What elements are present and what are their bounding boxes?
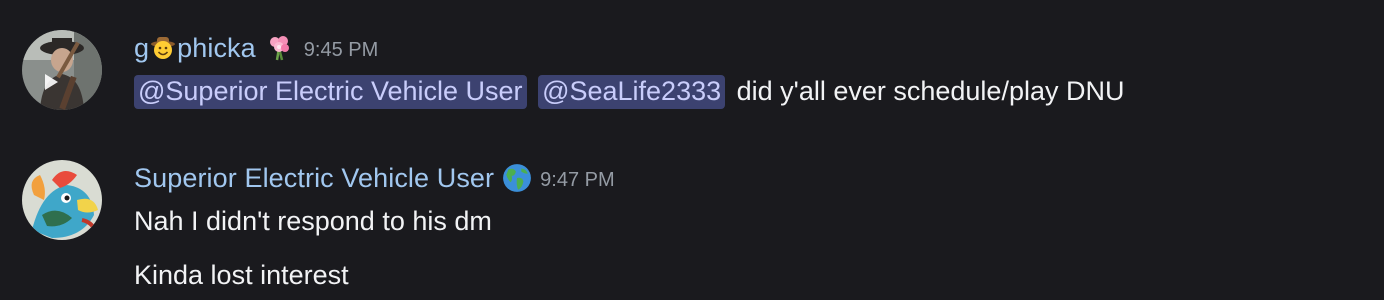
message-header: g phicka 9:45 PM [134, 28, 378, 68]
user-avatar[interactable] [22, 30, 102, 110]
username[interactable]: Superior Electric Vehicle User [134, 163, 494, 194]
message-timestamp[interactable]: 9:47 PM [540, 169, 614, 192]
user-mention[interactable]: @SeaLife2333 [538, 75, 726, 109]
chat-message-list: g phicka 9:45 PM @Superior Electric Vehi… [0, 0, 1384, 300]
cowboy-smile-emoji-icon [151, 37, 176, 59]
user-mention[interactable]: @Superior Electric Vehicle User [134, 75, 527, 109]
message-text: Kinda lost interest [134, 260, 349, 290]
username-suffix: phicka [177, 32, 256, 63]
message-header: Superior Electric Vehicle User 9:47 PM [134, 158, 615, 198]
username[interactable]: g phicka [134, 33, 256, 64]
user-avatar[interactable] [22, 160, 102, 240]
flower-bouquet-icon[interactable] [266, 34, 294, 62]
message-content: @Superior Electric Vehicle User @SeaLife… [134, 73, 1124, 109]
username-prefix: g [134, 32, 150, 63]
globe-americas-icon[interactable] [502, 163, 532, 193]
message-text: did y'all ever schedule/play DNU [736, 76, 1125, 106]
message-timestamp[interactable]: 9:45 PM [304, 39, 378, 62]
message-text: Nah I didn't respond to his dm [134, 206, 492, 236]
